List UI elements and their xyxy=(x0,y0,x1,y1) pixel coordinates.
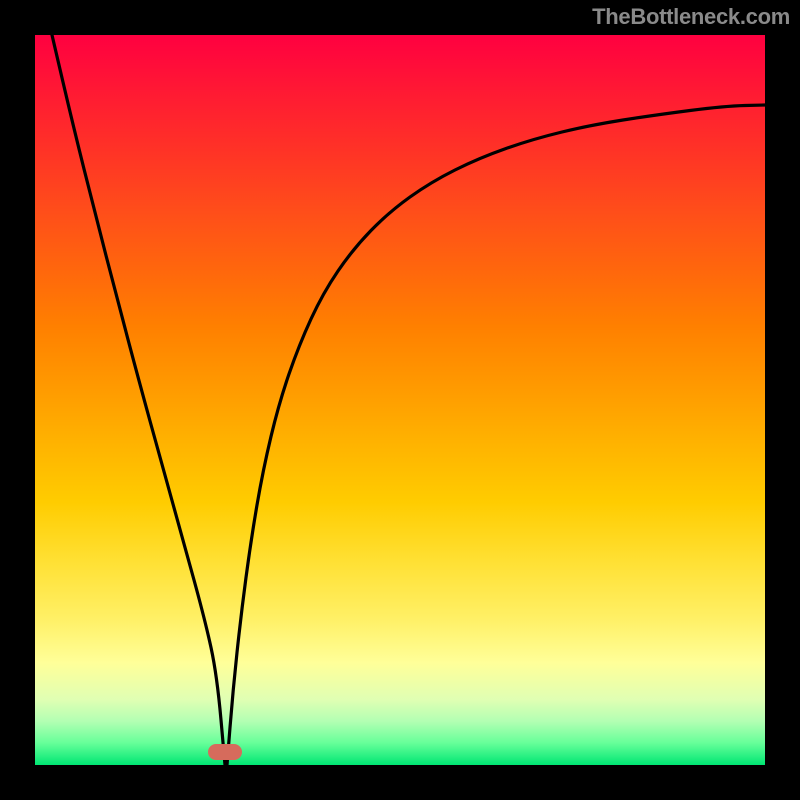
bottleneck-curve xyxy=(35,35,765,765)
curve-path xyxy=(52,35,765,765)
watermark-label: TheBottleneck.com xyxy=(592,4,790,30)
chart-frame: TheBottleneck.com xyxy=(0,0,800,800)
optimum-marker xyxy=(208,744,242,760)
plot-area xyxy=(35,35,765,765)
